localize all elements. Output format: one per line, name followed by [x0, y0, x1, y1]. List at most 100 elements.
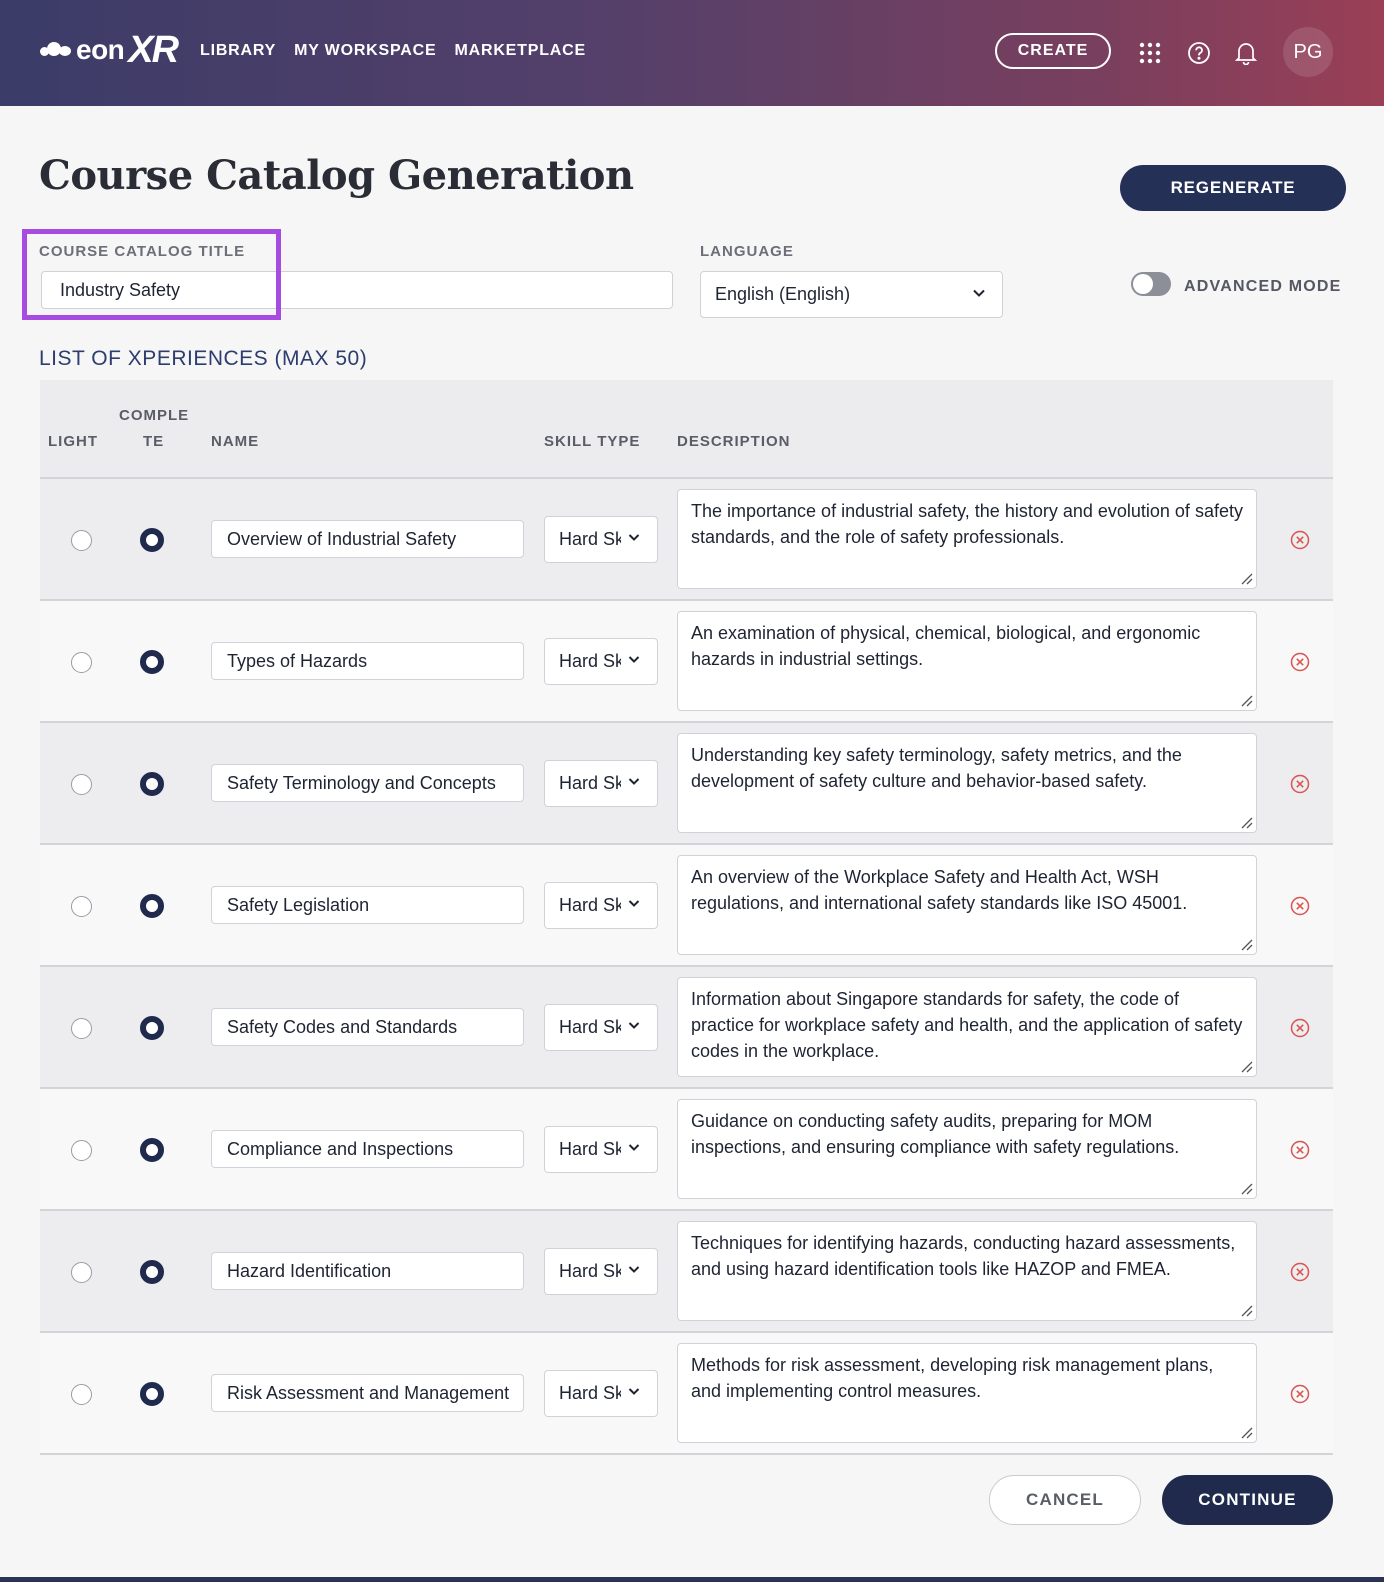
- resize-handle-icon[interactable]: [1239, 937, 1253, 951]
- nav-marketplace[interactable]: MARKETPLACE: [454, 42, 585, 60]
- table-row: Hazard Identification Hard Skill Techniq…: [40, 1211, 1333, 1333]
- chevron-down-icon: [628, 778, 640, 785]
- description-textarea[interactable]: Information about Singapore standards fo…: [677, 977, 1257, 1077]
- list-title: LIST OF XPERIENCES (MAX 50): [39, 347, 368, 370]
- skill-type-select[interactable]: Hard Skill: [544, 638, 658, 685]
- light-radio[interactable]: [71, 1262, 92, 1283]
- resize-handle-icon[interactable]: [1239, 1181, 1253, 1195]
- description-textarea[interactable]: An overview of the Workplace Safety and …: [677, 855, 1257, 955]
- cancel-button[interactable]: CANCEL: [989, 1475, 1141, 1525]
- description-textarea[interactable]: Methods for risk assessment, developing …: [677, 1343, 1257, 1443]
- nav-my-workspace[interactable]: MY WORKSPACE: [294, 42, 436, 60]
- description-textarea[interactable]: An examination of physical, chemical, bi…: [677, 611, 1257, 711]
- light-radio[interactable]: [71, 1140, 92, 1161]
- xperience-name-input[interactable]: Overview of Industrial Safety: [211, 520, 524, 558]
- logo-text: eon: [76, 34, 125, 65]
- continue-button[interactable]: CONTINUE: [1162, 1475, 1333, 1525]
- bell-icon[interactable]: [1233, 40, 1259, 66]
- regenerate-button[interactable]: REGENERATE: [1120, 165, 1346, 211]
- delete-row-icon[interactable]: [1290, 774, 1310, 794]
- complete-radio[interactable]: [140, 1016, 164, 1040]
- complete-radio[interactable]: [140, 1382, 164, 1406]
- avatar[interactable]: PG: [1283, 27, 1333, 77]
- table-row: Safety Codes and Standards Hard Skill In…: [40, 967, 1333, 1089]
- complete-radio[interactable]: [140, 1260, 164, 1284]
- language-value: English (English): [715, 284, 851, 304]
- bottom-bar: [0, 1577, 1384, 1582]
- chevron-down-icon: [628, 1022, 640, 1029]
- xperience-name-input[interactable]: Safety Terminology and Concepts: [211, 764, 524, 802]
- xperience-name-input[interactable]: Safety Legislation: [211, 886, 524, 924]
- resize-handle-icon[interactable]: [1239, 1303, 1253, 1317]
- light-radio[interactable]: [71, 774, 92, 795]
- light-radio[interactable]: [71, 1384, 92, 1405]
- xperience-name-input[interactable]: Compliance and Inspections: [211, 1130, 524, 1168]
- skill-type-value: Hard Skill: [559, 529, 621, 549]
- description-textarea[interactable]: Understanding key safety terminology, sa…: [677, 733, 1257, 833]
- advanced-mode-toggle[interactable]: [1131, 272, 1171, 296]
- chevron-down-icon: [628, 900, 640, 907]
- resize-handle-icon[interactable]: [1239, 815, 1253, 829]
- complete-radio[interactable]: [140, 772, 164, 796]
- description-text: Understanding key safety terminology, sa…: [691, 745, 1182, 791]
- description-textarea[interactable]: Techniques for identifying hazards, cond…: [677, 1221, 1257, 1321]
- create-button[interactable]: CREATE: [995, 33, 1111, 69]
- skill-type-select[interactable]: Hard Skill: [544, 1126, 658, 1173]
- skill-type-select[interactable]: Hard Skill: [544, 1370, 658, 1417]
- description-text: An overview of the Workplace Safety and …: [691, 867, 1188, 913]
- language-select[interactable]: English (English): [700, 271, 1003, 318]
- col-skill-type: SKILL TYPE: [544, 433, 641, 450]
- help-icon[interactable]: [1186, 40, 1212, 66]
- nav-library[interactable]: LIBRARY: [200, 42, 276, 60]
- grid-icon[interactable]: [1137, 40, 1163, 66]
- chevron-down-icon: [628, 1266, 640, 1273]
- xperience-name-input[interactable]: Risk Assessment and Management: [211, 1374, 524, 1412]
- delete-row-icon[interactable]: [1290, 652, 1310, 672]
- complete-radio[interactable]: [140, 894, 164, 918]
- logo-mark-icon: [40, 40, 74, 60]
- eonxr-logo[interactable]: eon XR: [40, 29, 179, 71]
- complete-radio[interactable]: [140, 1138, 164, 1162]
- light-radio[interactable]: [71, 530, 92, 551]
- complete-radio[interactable]: [140, 528, 164, 552]
- skill-type-select[interactable]: Hard Skill: [544, 882, 658, 929]
- skill-type-select[interactable]: Hard Skill: [544, 516, 658, 563]
- highlight-box: [22, 229, 281, 320]
- xperience-name-input[interactable]: Safety Codes and Standards: [211, 1008, 524, 1046]
- table-row: Compliance and Inspections Hard Skill Gu…: [40, 1089, 1333, 1211]
- resize-handle-icon[interactable]: [1239, 1425, 1253, 1439]
- delete-row-icon[interactable]: [1290, 896, 1310, 916]
- light-radio[interactable]: [71, 652, 92, 673]
- delete-row-icon[interactable]: [1290, 1140, 1310, 1160]
- col-description: DESCRIPTION: [677, 433, 791, 450]
- delete-row-icon[interactable]: [1290, 530, 1310, 550]
- complete-radio[interactable]: [140, 650, 164, 674]
- skill-type-select[interactable]: Hard Skill: [544, 760, 658, 807]
- description-text: An examination of physical, chemical, bi…: [691, 623, 1201, 669]
- light-radio[interactable]: [71, 896, 92, 917]
- description-text: Techniques for identifying hazards, cond…: [691, 1233, 1236, 1279]
- delete-row-icon[interactable]: [1290, 1018, 1310, 1038]
- table-row: Risk Assessment and Management Hard Skil…: [40, 1333, 1333, 1455]
- description-textarea[interactable]: Guidance on conducting safety audits, pr…: [677, 1099, 1257, 1199]
- delete-row-icon[interactable]: [1290, 1262, 1310, 1282]
- skill-type-value: Hard Skill: [559, 1383, 621, 1403]
- xperiences-table: LIGHT COMPLE TE NAME SKILL TYPE DESCRIPT…: [40, 380, 1333, 1455]
- main-nav: LIBRARY MY WORKSPACE MARKETPLACE: [200, 42, 586, 60]
- light-radio[interactable]: [71, 1018, 92, 1039]
- chevron-down-icon: [628, 1144, 640, 1151]
- description-textarea[interactable]: The importance of industrial safety, the…: [677, 489, 1257, 589]
- description-text: Information about Singapore standards fo…: [691, 989, 1243, 1061]
- xperience-name-input[interactable]: Types of Hazards: [211, 642, 524, 680]
- delete-row-icon[interactable]: [1290, 1384, 1310, 1404]
- skill-type-select[interactable]: Hard Skill: [544, 1004, 658, 1051]
- skill-type-value: Hard Skill: [559, 1261, 621, 1281]
- top-bar: eon XR LIBRARY MY WORKSPACE MARKETPLACE …: [0, 0, 1384, 106]
- xperience-name-input[interactable]: Hazard Identification: [211, 1252, 524, 1290]
- language-label: LANGUAGE: [700, 243, 794, 260]
- chevron-down-icon: [628, 534, 640, 541]
- resize-handle-icon[interactable]: [1239, 1059, 1253, 1073]
- skill-type-select[interactable]: Hard Skill: [544, 1248, 658, 1295]
- resize-handle-icon[interactable]: [1239, 571, 1253, 585]
- resize-handle-icon[interactable]: [1239, 693, 1253, 707]
